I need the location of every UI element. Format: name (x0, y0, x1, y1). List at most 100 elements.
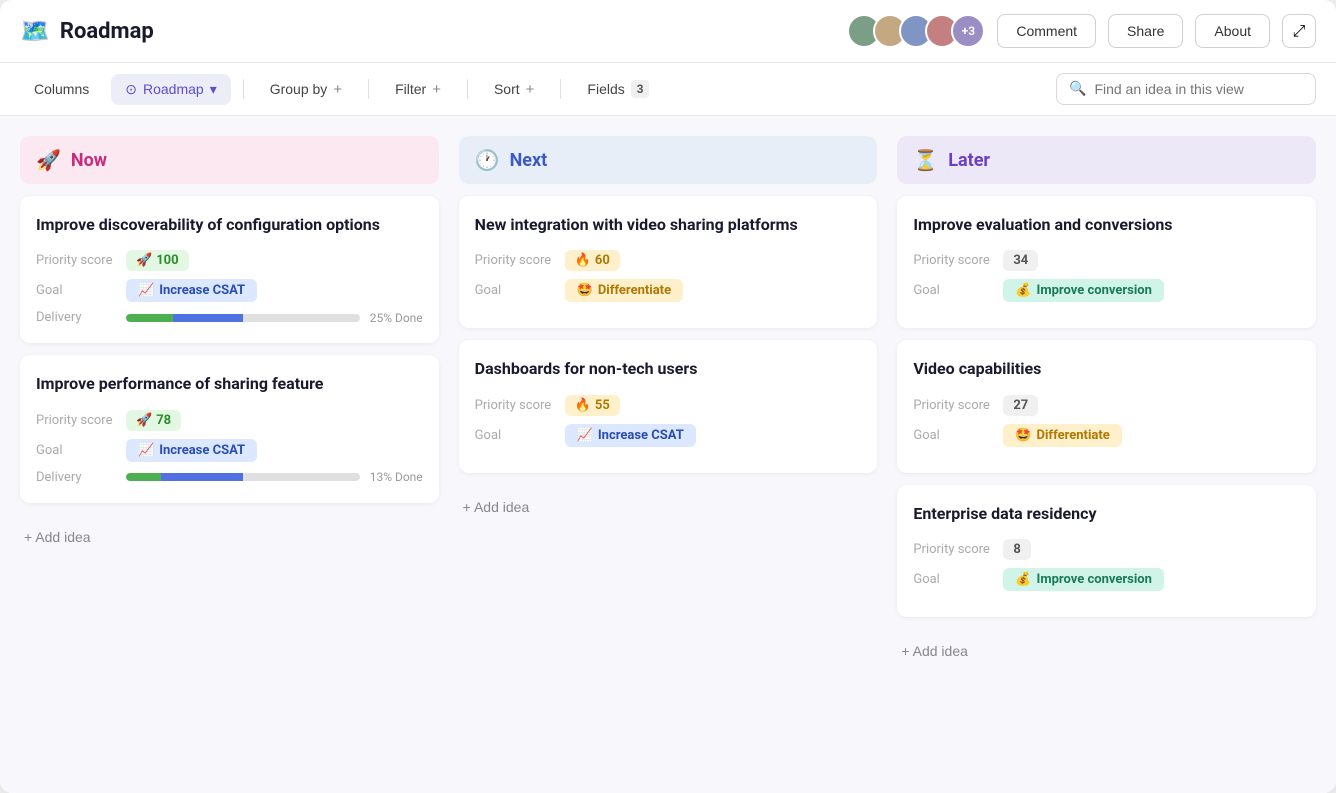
card-later-2-title: Video capabilities (913, 358, 1300, 380)
card-later-2-priority-badge: 27 (1003, 395, 1038, 416)
card-now-1-priority-row: Priority score 🚀 100 (36, 250, 423, 271)
card-later-2-goal-row: Goal 🤩 Differentiate (913, 424, 1300, 447)
card-later-3-title: Enterprise data residency (913, 503, 1300, 525)
avatar-count[interactable]: +3 (951, 14, 985, 48)
card-later-1-title: Improve evaluation and conversions (913, 214, 1300, 236)
card-next-2-priority-row: Priority score 🔥 55 (475, 395, 862, 416)
plus-icon-sort: + (526, 81, 535, 98)
search-icon: 🔍 (1069, 81, 1086, 97)
card-next-2-title: Dashboards for non-tech users (475, 358, 862, 380)
card-later-3-priority-badge: 8 (1003, 539, 1030, 560)
card-now-1-goal-label: Goal (36, 283, 116, 298)
avatars: +3 (847, 14, 985, 48)
sort-button[interactable]: Sort + (480, 74, 548, 105)
card-later-1-goal-badge: 💰 Improve conversion (1003, 279, 1164, 302)
card-next-2-priority-badge: 🔥 55 (565, 395, 620, 416)
add-idea-next[interactable]: + Add idea (459, 489, 878, 525)
card-next-1: New integration with video sharing platf… (459, 196, 878, 328)
add-idea-later[interactable]: + Add idea (897, 633, 1316, 669)
fields-badge: 3 (631, 80, 650, 98)
card-now-2-goal-badge: 📈 Increase CSAT (126, 439, 257, 462)
column-next: 🕐 Next New integration with video sharin… (459, 136, 878, 773)
card-now-2-delivery-label: Delivery (36, 470, 116, 485)
card-now-1-title: Improve discoverability of configuration… (36, 214, 423, 236)
card-now-1-delivery-row: Delivery 25% Done (36, 310, 423, 325)
card-later-1-priority-badge: 34 (1003, 250, 1038, 271)
column-later: ⏳ Later Improve evaluation and conversio… (897, 136, 1316, 773)
columns-button[interactable]: Columns (20, 74, 103, 104)
search-input[interactable] (1094, 81, 1303, 97)
card-now-1-priority-badge: 🚀 100 (126, 250, 189, 271)
card-later-3-goal-badge: 💰 Improve conversion (1003, 568, 1164, 591)
card-now-2: Improve performance of sharing feature P… (20, 355, 439, 502)
column-now-label: Now (71, 150, 107, 171)
card-later-1-priority-label: Priority score (913, 253, 993, 268)
card-now-2-delivery-row: Delivery 13% Done (36, 470, 423, 485)
app-icon: 🗺️ (20, 17, 50, 45)
card-next-1-goal-row: Goal 🤩 Differentiate (475, 279, 862, 302)
column-now-emoji: 🚀 (36, 148, 61, 172)
card-next-1-title: New integration with video sharing platf… (475, 214, 862, 236)
about-button[interactable]: About (1195, 14, 1270, 48)
card-later-3-goal-row: Goal 💰 Improve conversion (913, 568, 1300, 591)
plus-icon-filter: + (432, 81, 441, 98)
toolbar: Columns ⊙ Roadmap ▾ Group by + Filter + … (0, 63, 1336, 116)
card-now-1-goal-badge: 📈 Increase CSAT (126, 279, 257, 302)
card-next-1-priority-label: Priority score (475, 253, 555, 268)
card-next-1-goal-badge: 🤩 Differentiate (565, 279, 683, 302)
separator-2 (368, 79, 369, 99)
card-next-2-goal-row: Goal 📈 Increase CSAT (475, 424, 862, 447)
card-now-1-progress-text: 25% Done (370, 311, 423, 325)
card-later-3: Enterprise data residency Priority score… (897, 485, 1316, 617)
card-now-1-progress-bar (126, 314, 360, 322)
card-later-1-goal-row: Goal 💰 Improve conversion (913, 279, 1300, 302)
card-next-2-priority-label: Priority score (475, 398, 555, 413)
card-now-2-progress-text: 13% Done (370, 470, 423, 484)
card-next-1-priority-badge: 🔥 60 (565, 250, 620, 271)
column-next-header: 🕐 Next (459, 136, 878, 184)
card-now-2-progress-inprogress (161, 473, 243, 481)
app-title: Roadmap (60, 19, 154, 44)
card-next-1-goal-label: Goal (475, 283, 555, 298)
card-later-1: Improve evaluation and conversions Prior… (897, 196, 1316, 328)
card-later-2-goal-label: Goal (913, 428, 993, 443)
card-later-3-goal-label: Goal (913, 572, 993, 587)
card-now-1-progress-inprogress (173, 314, 243, 322)
share-button[interactable]: Share (1108, 14, 1183, 48)
separator-4 (560, 79, 561, 99)
app-window: 🗺️ Roadmap +3 Comment Share About ⤢ (0, 0, 1336, 793)
column-now-header: 🚀 Now (20, 136, 439, 184)
card-later-1-goal-label: Goal (913, 283, 993, 298)
filter-button[interactable]: Filter + (381, 74, 455, 105)
header-left: 🗺️ Roadmap (20, 17, 154, 45)
card-next-1-priority-row: Priority score 🔥 60 (475, 250, 862, 271)
column-later-header: ⏳ Later (897, 136, 1316, 184)
expand-button[interactable]: ⤢ (1282, 14, 1316, 48)
card-now-2-progress-done (126, 473, 161, 481)
card-later-3-priority-row: Priority score 8 (913, 539, 1300, 560)
search-box: 🔍 (1056, 73, 1316, 105)
fields-button[interactable]: Fields 3 (573, 73, 663, 105)
card-now-2-priority-row: Priority score 🚀 78 (36, 410, 423, 431)
card-now-2-title: Improve performance of sharing feature (36, 373, 423, 395)
board: 🚀 Now Improve discoverability of configu… (0, 116, 1336, 793)
separator-1 (243, 79, 244, 99)
card-now-2-goal-label: Goal (36, 443, 116, 458)
add-idea-now[interactable]: + Add idea (20, 519, 439, 555)
card-now-2-goal-row: Goal 📈 Increase CSAT (36, 439, 423, 462)
comment-button[interactable]: Comment (997, 14, 1096, 48)
card-now-2-priority-label: Priority score (36, 413, 116, 428)
card-now-1-delivery-label: Delivery (36, 310, 116, 325)
column-now: 🚀 Now Improve discoverability of configu… (20, 136, 439, 773)
card-now-1-progress-done (126, 314, 173, 322)
card-next-2-goal-badge: 📈 Increase CSAT (565, 424, 696, 447)
roadmap-button[interactable]: ⊙ Roadmap ▾ (111, 74, 230, 105)
card-later-1-priority-row: Priority score 34 (913, 250, 1300, 271)
column-next-emoji: 🕐 (475, 148, 500, 172)
group-by-button[interactable]: Group by + (256, 74, 356, 105)
card-now-1-goal-row: Goal 📈 Increase CSAT (36, 279, 423, 302)
chevron-down-icon: ▾ (210, 81, 217, 98)
card-later-2: Video capabilities Priority score 27 Goa… (897, 340, 1316, 472)
column-later-emoji: ⏳ (913, 148, 938, 172)
column-later-label: Later (948, 150, 990, 171)
